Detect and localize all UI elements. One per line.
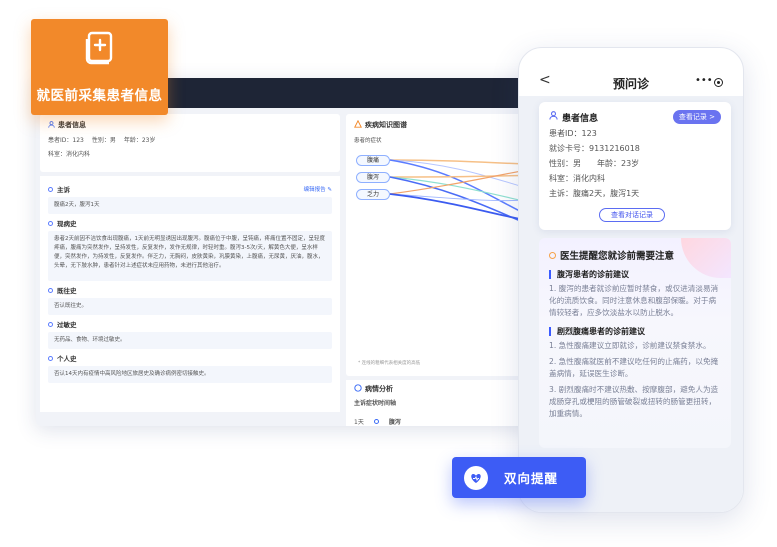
abdominal-pain-advice-item-2: 2. 急性腹痛就医前不建议吃任何的止痛药，以免掩盖病情，延误医生诊断。	[549, 357, 719, 378]
phone-patient-id: 患者ID：123	[549, 129, 597, 138]
view-records-button[interactable]: 查看记录 >	[672, 110, 721, 124]
medical-record-book-icon	[85, 31, 113, 65]
phone-chief-complaint: 主诉：腹痛2天，腹泻1天	[549, 189, 640, 198]
allergy-history-content: 无药品、食物、环境过敏史。	[48, 332, 332, 349]
dual-reminder-button[interactable]: 双向提醒	[452, 457, 586, 498]
patient-info-card: 患者信息 患者ID：123 性别：男 年龄：23岁 科室：消化内科	[40, 114, 340, 172]
more-icon[interactable]: •••	[695, 75, 713, 86]
graph-legend-note: * 连线的粗细代表相关度的高低	[358, 361, 421, 366]
symptom-node-fatigue[interactable]: 乏力	[356, 189, 390, 200]
patient-age: 年龄：23岁	[123, 137, 156, 144]
phone-content: 患者信息 查看记录 > 患者ID：123 就诊卡号：9131216018 性别：…	[519, 96, 743, 512]
personal-history-content: 否认14天内有疫情中高风险地区旅居史及确诊病例密切接触史。	[48, 366, 332, 383]
pencil-icon: ✎	[327, 187, 332, 193]
doctor-reminder-card: 医生提醒您就诊前需要注意 腹泻患者的诊前建议 1. 腹泻的患者就诊前应暂时禁食，…	[539, 238, 731, 448]
symptom-node-abdominal-pain[interactable]: 腹痛	[356, 155, 390, 166]
circle-icon	[48, 186, 53, 192]
phone-card-number: 就诊卡号：9131216018	[549, 144, 640, 153]
analysis-title: 病情分析	[365, 385, 393, 393]
medical-record-sections: 主诉 编辑报告 ✎ 腹痛2天，腹泻1天 现病史 患者2天前因不洁饮食出现腹痛，1…	[40, 176, 340, 412]
view-chat-record-button[interactable]: 查看对话记录	[599, 208, 665, 222]
record-icon[interactable]	[714, 78, 723, 87]
circle-icon	[48, 321, 53, 327]
past-history-content: 否认既往史。	[48, 298, 332, 315]
timeline-item: 腹泻	[388, 419, 401, 426]
diarrhea-advice-item: 1. 腹泻的患者就诊前应暂时禁食，或仅进清淡易消化的流质饮食。同时注意休息和腹部…	[549, 284, 719, 317]
phone-patient-dept: 科室：消化内科	[549, 174, 605, 183]
phone-patient-title: 患者信息	[562, 113, 599, 124]
symptom-node-diarrhea[interactable]: 腹泻	[356, 172, 390, 183]
circle-icon	[48, 220, 53, 226]
circle-icon	[48, 355, 53, 361]
section-past-history: 既往史	[48, 285, 332, 295]
user-icon	[48, 120, 55, 130]
desktop-app-window: 患者信息 患者ID：123 性别：男 年龄：23岁 科室：消化内科 主诉 编辑报…	[36, 78, 568, 426]
patient-dept: 科室：消化内科	[48, 151, 91, 158]
analysis-icon	[354, 384, 362, 394]
abdominal-pain-advice-item-3: 3. 剧烈腹痛时不建议热敷、按摩腹部，避免人为造成肠穿孔或梗阻的肠管破裂或扭转的…	[549, 385, 719, 418]
heart-icon	[464, 465, 488, 490]
chief-complaint-content: 腹痛2天，腹泻1天	[48, 197, 332, 214]
diarrhea-advice-heading: 腹泻患者的诊前建议	[549, 270, 721, 279]
section-chief-complaint: 主诉 编辑报告 ✎	[48, 184, 332, 194]
patient-id: 患者ID：123	[48, 137, 84, 144]
phone-patient-age: 年龄：23岁	[597, 159, 640, 168]
reminder-title: 医生提醒您就诊前需要注意	[560, 251, 675, 262]
app-body: 患者信息 患者ID：123 性别：男 年龄：23岁 科室：消化内科 主诉 编辑报…	[36, 108, 568, 426]
knowledge-graph-title: 疾病知识图谱	[365, 121, 407, 129]
timeline-time: 1天	[354, 419, 364, 426]
section-present-illness: 现病史	[48, 218, 332, 228]
section-allergy-history: 过敏史	[48, 319, 332, 329]
present-illness-content: 患者2天前因不洁饮食出现腹痛，1天前无明显诱因出现腹泻。腹痛位于中腹，呈钝痛，疼…	[48, 231, 332, 281]
timeline-dot-icon	[373, 419, 379, 424]
badge-label: 就医前采集患者信息	[36, 88, 163, 104]
edit-report-link[interactable]: 编辑报告 ✎	[304, 185, 332, 193]
report-column: 患者信息 患者ID：123 性别：男 年龄：23岁 科室：消化内科 主诉 编辑报…	[40, 114, 340, 426]
user-icon	[549, 111, 558, 123]
phone-patient-gender: 性别：男	[549, 159, 581, 168]
dual-reminder-label: 双向提醒	[504, 471, 559, 486]
phone-nav-bar: < 预问诊 •••	[519, 48, 743, 96]
abdominal-pain-advice-heading: 剧烈腹痛患者的诊前建议	[549, 327, 721, 336]
feature-badge-collect-info: 就医前采集患者信息	[31, 19, 168, 115]
phone-patient-card: 患者信息 查看记录 > 患者ID：123 就诊卡号：9131216018 性别：…	[539, 102, 731, 230]
patient-gender: 性别：男	[91, 137, 116, 144]
reminder-circle-icon	[549, 251, 556, 259]
phone-preconsultation-screen: < 预问诊 ••• 患者信息 查看记录 > 患者ID：123 就诊卡号：9131…	[518, 47, 744, 513]
patient-info-title: 患者信息	[48, 120, 332, 130]
abdominal-pain-advice-item-1: 1. 急性腹痛建议立即就诊，诊前建议禁食禁水。	[549, 341, 711, 350]
circle-icon	[48, 287, 53, 293]
graph-icon	[354, 119, 362, 130]
section-personal-history: 个人史	[48, 353, 332, 363]
